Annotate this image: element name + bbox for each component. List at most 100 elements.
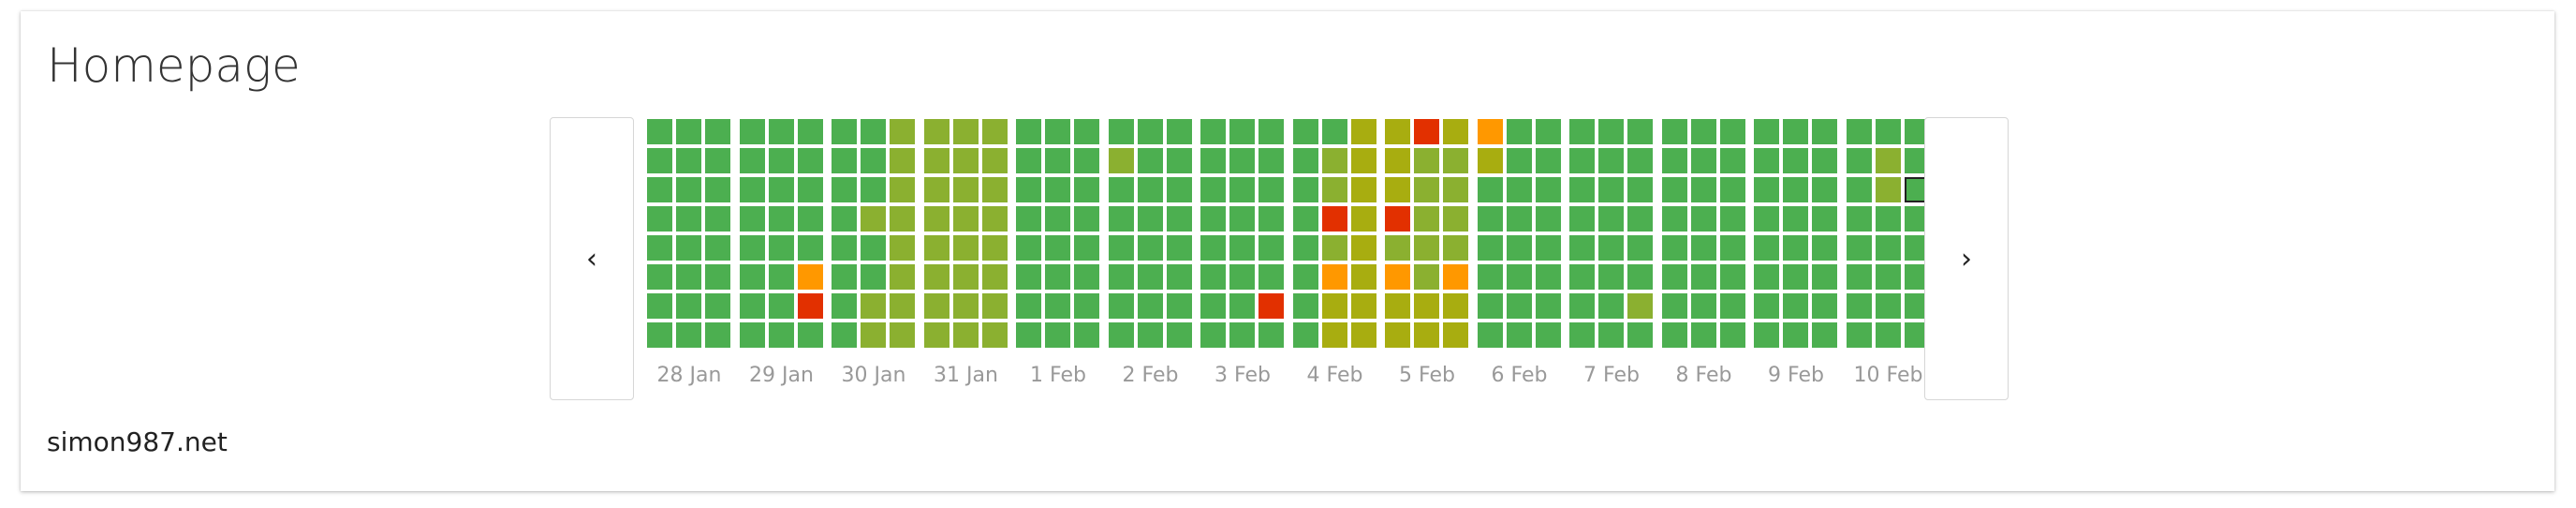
heatmap-cell[interactable] <box>705 293 730 319</box>
heatmap-cell[interactable] <box>832 264 857 290</box>
heatmap-cell[interactable] <box>1229 293 1255 319</box>
heatmap-cell[interactable] <box>1535 119 1561 144</box>
heatmap-cell[interactable] <box>952 119 979 144</box>
heatmap-cell[interactable] <box>647 264 672 290</box>
heatmap-cell[interactable] <box>1385 293 1410 319</box>
heatmap-cell[interactable] <box>1074 177 1099 202</box>
heatmap-cell[interactable] <box>861 322 886 348</box>
heatmap-cell[interactable] <box>768 148 794 173</box>
heatmap-cell[interactable] <box>1846 206 1872 232</box>
heatmap-cell[interactable] <box>861 206 886 232</box>
heatmap-cell[interactable] <box>1506 177 1532 202</box>
heatmap-cell[interactable] <box>1535 322 1561 348</box>
heatmap-cell[interactable] <box>1846 293 1872 319</box>
heatmap-cell[interactable] <box>797 264 823 290</box>
heatmap-cell[interactable] <box>647 293 672 319</box>
heatmap-cell[interactable] <box>1875 148 1901 173</box>
heatmap-cell[interactable] <box>1321 206 1347 232</box>
heatmap-cell[interactable] <box>981 148 1008 173</box>
heatmap-cell[interactable] <box>1477 322 1503 348</box>
heatmap-cell[interactable] <box>1137 293 1163 319</box>
heatmap-cell[interactable] <box>1875 235 1901 261</box>
heatmap-cell[interactable] <box>1875 293 1901 319</box>
heatmap-cell[interactable] <box>1598 264 1624 290</box>
heatmap-cell[interactable] <box>1259 264 1284 290</box>
heatmap-cell[interactable] <box>1229 148 1255 173</box>
heatmap-cell[interactable] <box>1229 322 1255 348</box>
heatmap-cell[interactable] <box>768 293 794 319</box>
heatmap-cell[interactable] <box>739 177 765 202</box>
heatmap-cell[interactable] <box>1229 235 1255 261</box>
heatmap-cell[interactable] <box>923 148 949 173</box>
heatmap-cell[interactable] <box>1443 235 1468 261</box>
heatmap-cell[interactable] <box>739 264 765 290</box>
heatmap-cell[interactable] <box>981 177 1008 202</box>
heatmap-cell[interactable] <box>981 119 1008 144</box>
heatmap-cell[interactable] <box>1569 235 1595 261</box>
heatmap-cell[interactable] <box>1350 119 1376 144</box>
heatmap-cell[interactable] <box>981 206 1008 232</box>
heatmap-cell[interactable] <box>1385 206 1410 232</box>
heatmap-cell[interactable] <box>1350 177 1376 202</box>
heatmap-cell[interactable] <box>1321 148 1347 173</box>
heatmap-cell[interactable] <box>647 177 672 202</box>
heatmap-cell[interactable] <box>676 119 701 144</box>
heatmap-cell[interactable] <box>1137 235 1163 261</box>
heatmap-cell[interactable] <box>676 235 701 261</box>
heatmap-cell[interactable] <box>1137 148 1163 173</box>
heatmap-cell[interactable] <box>1783 235 1808 261</box>
heatmap-cell[interactable] <box>832 322 857 348</box>
heatmap-cell[interactable] <box>1200 235 1226 261</box>
heatmap-cell[interactable] <box>832 148 857 173</box>
heatmap-cell[interactable] <box>952 177 979 202</box>
heatmap-cell[interactable] <box>1719 235 1745 261</box>
heatmap-cell[interactable] <box>1598 206 1624 232</box>
heatmap-cell[interactable] <box>1108 235 1134 261</box>
heatmap-cell[interactable] <box>1754 148 1779 173</box>
heatmap-cell[interactable] <box>861 293 886 319</box>
heatmap-cell[interactable] <box>1846 148 1872 173</box>
heatmap-cell[interactable] <box>1108 322 1134 348</box>
heatmap-cell[interactable] <box>1074 264 1099 290</box>
heatmap-cell[interactable] <box>1754 206 1779 232</box>
heatmap-cell[interactable] <box>1627 177 1653 202</box>
heatmap-cell[interactable] <box>832 119 857 144</box>
heatmap-cell[interactable] <box>1166 322 1192 348</box>
heatmap-cell[interactable] <box>676 293 701 319</box>
heatmap-cell[interactable] <box>1016 235 1041 261</box>
heatmap-cell[interactable] <box>861 235 886 261</box>
heatmap-cell[interactable] <box>647 235 672 261</box>
heatmap-cell[interactable] <box>861 177 886 202</box>
heatmap-cell[interactable] <box>1292 322 1318 348</box>
heatmap-cell[interactable] <box>1690 322 1716 348</box>
heatmap-cell[interactable] <box>952 264 979 290</box>
heatmap-cell[interactable] <box>923 177 949 202</box>
heatmap-cell[interactable] <box>1719 206 1745 232</box>
heatmap-cell[interactable] <box>1443 148 1468 173</box>
heatmap-cell[interactable] <box>1200 293 1226 319</box>
heatmap-cell[interactable] <box>1045 264 1070 290</box>
heatmap-cell[interactable] <box>739 148 765 173</box>
heatmap-cell[interactable] <box>1812 206 1837 232</box>
heatmap-cell[interactable] <box>1350 206 1376 232</box>
heatmap-cell[interactable] <box>1783 206 1808 232</box>
heatmap-cell[interactable] <box>1783 148 1808 173</box>
heatmap-cell[interactable] <box>832 177 857 202</box>
heatmap-cell[interactable] <box>1321 177 1347 202</box>
heatmap-cell[interactable] <box>1783 177 1808 202</box>
heatmap-cell[interactable] <box>1016 264 1041 290</box>
heatmap-cell[interactable] <box>1661 322 1687 348</box>
heatmap-cell[interactable] <box>890 235 915 261</box>
heatmap-cell[interactable] <box>1166 293 1192 319</box>
heatmap-cell[interactable] <box>890 119 915 144</box>
heatmap-cell[interactable] <box>797 293 823 319</box>
heatmap-cell[interactable] <box>1443 264 1468 290</box>
heatmap-cell[interactable] <box>1506 322 1532 348</box>
heatmap-cell[interactable] <box>705 235 730 261</box>
heatmap-cell[interactable] <box>981 322 1008 348</box>
heatmap-cell[interactable] <box>1350 235 1376 261</box>
heatmap-cell[interactable] <box>1166 206 1192 232</box>
heatmap-cell[interactable] <box>1321 119 1347 144</box>
heatmap-cell[interactable] <box>1045 293 1070 319</box>
heatmap-cell[interactable] <box>1535 148 1561 173</box>
